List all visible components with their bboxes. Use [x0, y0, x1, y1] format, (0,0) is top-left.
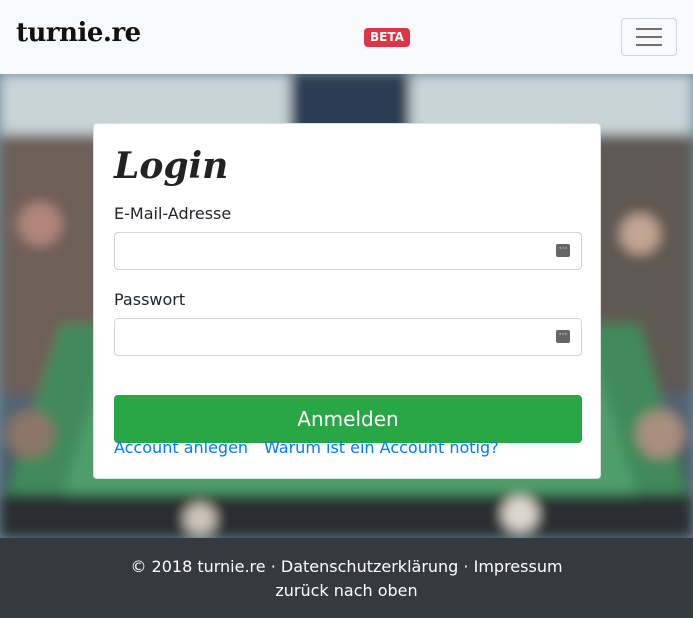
- hamburger-icon-line: [636, 28, 662, 30]
- login-submit-button[interactable]: Anmelden: [114, 395, 582, 443]
- navbar: turnie.re BETA: [0, 0, 693, 74]
- password-field[interactable]: [114, 318, 582, 356]
- email-label: E-Mail-Adresse: [114, 204, 232, 223]
- hamburger-icon-line: [636, 44, 662, 46]
- footer-separator: ·: [463, 557, 469, 576]
- hamburger-icon-line: [636, 36, 662, 38]
- login-title: Login: [114, 145, 229, 187]
- beta-badge: BETA: [364, 28, 410, 47]
- password-manager-icon[interactable]: ···: [556, 330, 570, 343]
- footer-links: © 2018 turnie.re · Datenschutzerklärung …: [0, 556, 693, 578]
- why-account-link[interactable]: Warum ist ein Account nötig?: [264, 437, 499, 459]
- brand-logo[interactable]: turnie.re: [16, 16, 141, 50]
- privacy-link[interactable]: Datenschutzerklärung: [281, 557, 458, 576]
- footer-separator: ·: [270, 557, 276, 576]
- footer: © 2018 turnie.re · Datenschutzerklärung …: [0, 538, 693, 618]
- password-manager-icon[interactable]: ···: [556, 244, 570, 257]
- imprint-link[interactable]: Impressum: [474, 557, 563, 576]
- password-label: Passwort: [114, 290, 186, 309]
- email-field[interactable]: [114, 232, 582, 270]
- login-card: Login E-Mail-Adresse ··· Passwort ··· An…: [93, 123, 601, 479]
- menu-toggle-button[interactable]: [621, 18, 677, 56]
- copyright-text: © 2018 turnie.re: [130, 557, 266, 576]
- hero-background: Login E-Mail-Adresse ··· Passwort ··· An…: [0, 74, 693, 538]
- back-to-top-link[interactable]: zurück nach oben: [275, 581, 417, 600]
- register-link[interactable]: Account anlegen: [114, 437, 248, 459]
